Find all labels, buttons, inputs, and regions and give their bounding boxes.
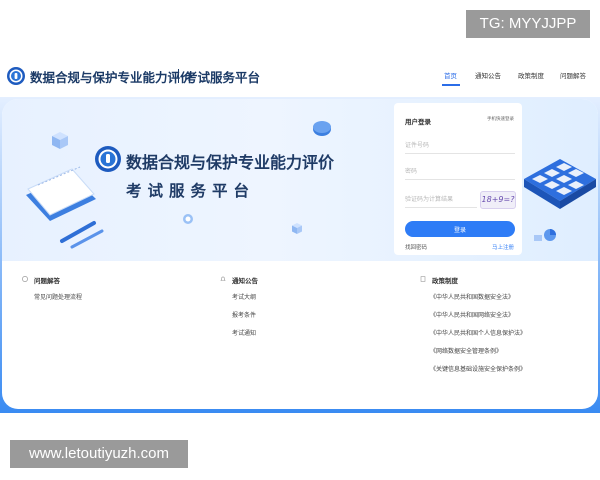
list-item[interactable]: 《中华人民共和国个人信息保护法》 — [430, 328, 526, 337]
content-panel: 数据合规与保护专业能力评价 考试服务平台 用户登录 手机快速登录 18+9=? … — [2, 99, 598, 409]
password-field[interactable] — [405, 165, 515, 180]
captcha-image[interactable]: 18+9=? — [480, 191, 516, 209]
site-subtitle: 考试服务平台 — [185, 70, 261, 85]
list-item[interactable]: 《关键信息基础设施安全保护条例》 — [430, 364, 526, 373]
list-item[interactable]: 考试通知 — [232, 328, 256, 337]
question-icon — [22, 276, 28, 282]
list-item[interactable]: 考试大纲 — [232, 292, 256, 301]
site-title: 数据合规与保护专业能力评价 — [30, 70, 193, 85]
captcha-field[interactable] — [405, 193, 477, 208]
faq-heading-label: 问题解答 — [34, 277, 60, 285]
list-item[interactable]: 《中华人民共和国网络安全法》 — [430, 310, 514, 319]
quick-login-link[interactable]: 手机快速登录 — [487, 116, 514, 122]
nav-home[interactable]: 首页 — [442, 70, 460, 86]
list-item[interactable]: 《网络数据安全管理条例》 — [430, 346, 502, 355]
banner-subtitle: 考试服务平台 — [126, 182, 256, 200]
login-button[interactable]: 登录 — [405, 221, 515, 237]
document-icon — [420, 276, 426, 282]
title-divider — [178, 69, 179, 83]
list-item[interactable]: 《中华人民共和国数据安全法》 — [430, 292, 514, 301]
banner-title: 数据合规与保护专业能力评价 — [126, 153, 335, 172]
nav-faq[interactable]: 问题解答 — [560, 70, 586, 80]
nav-notices[interactable]: 通知公告 — [475, 70, 501, 80]
login-title: 用户登录 — [405, 118, 431, 126]
forgot-password-link[interactable]: 找回密码 — [405, 243, 427, 251]
nav-home-label: 首页 — [444, 72, 457, 80]
logo-icon — [7, 67, 25, 85]
bell-icon — [220, 276, 226, 281]
watermark-bottom: www.letoutiyuzh.com — [10, 440, 188, 468]
watermark-top: TG: MYYJJPP — [466, 10, 590, 38]
register-link[interactable]: 马上注册 — [492, 243, 514, 251]
policies-heading-label: 政策制度 — [432, 277, 458, 285]
nav-active-underline — [442, 84, 460, 86]
login-card: 用户登录 手机快速登录 18+9=? 登录 找回密码 马上注册 — [394, 103, 522, 255]
list-item[interactable]: 常见问题处理流程 — [34, 292, 82, 301]
site-header: 数据合规与保护专业能力评价 考试服务平台 首页 通知公告 政策制度 问题解答 — [0, 62, 600, 92]
main-nav: 首页 通知公告 政策制度 问题解答 — [440, 70, 590, 90]
hero-banner: 数据合规与保护专业能力评价 考试服务平台 用户登录 手机快速登录 18+9=? … — [2, 99, 598, 261]
id-number-field[interactable] — [405, 139, 515, 154]
notices-heading-label: 通知公告 — [232, 277, 258, 285]
content-frame: 数据合规与保护专业能力评价 考试服务平台 用户登录 手机快速登录 18+9=? … — [0, 97, 600, 413]
list-item[interactable]: 报考条件 — [232, 310, 256, 319]
nav-policies[interactable]: 政策制度 — [518, 70, 544, 80]
